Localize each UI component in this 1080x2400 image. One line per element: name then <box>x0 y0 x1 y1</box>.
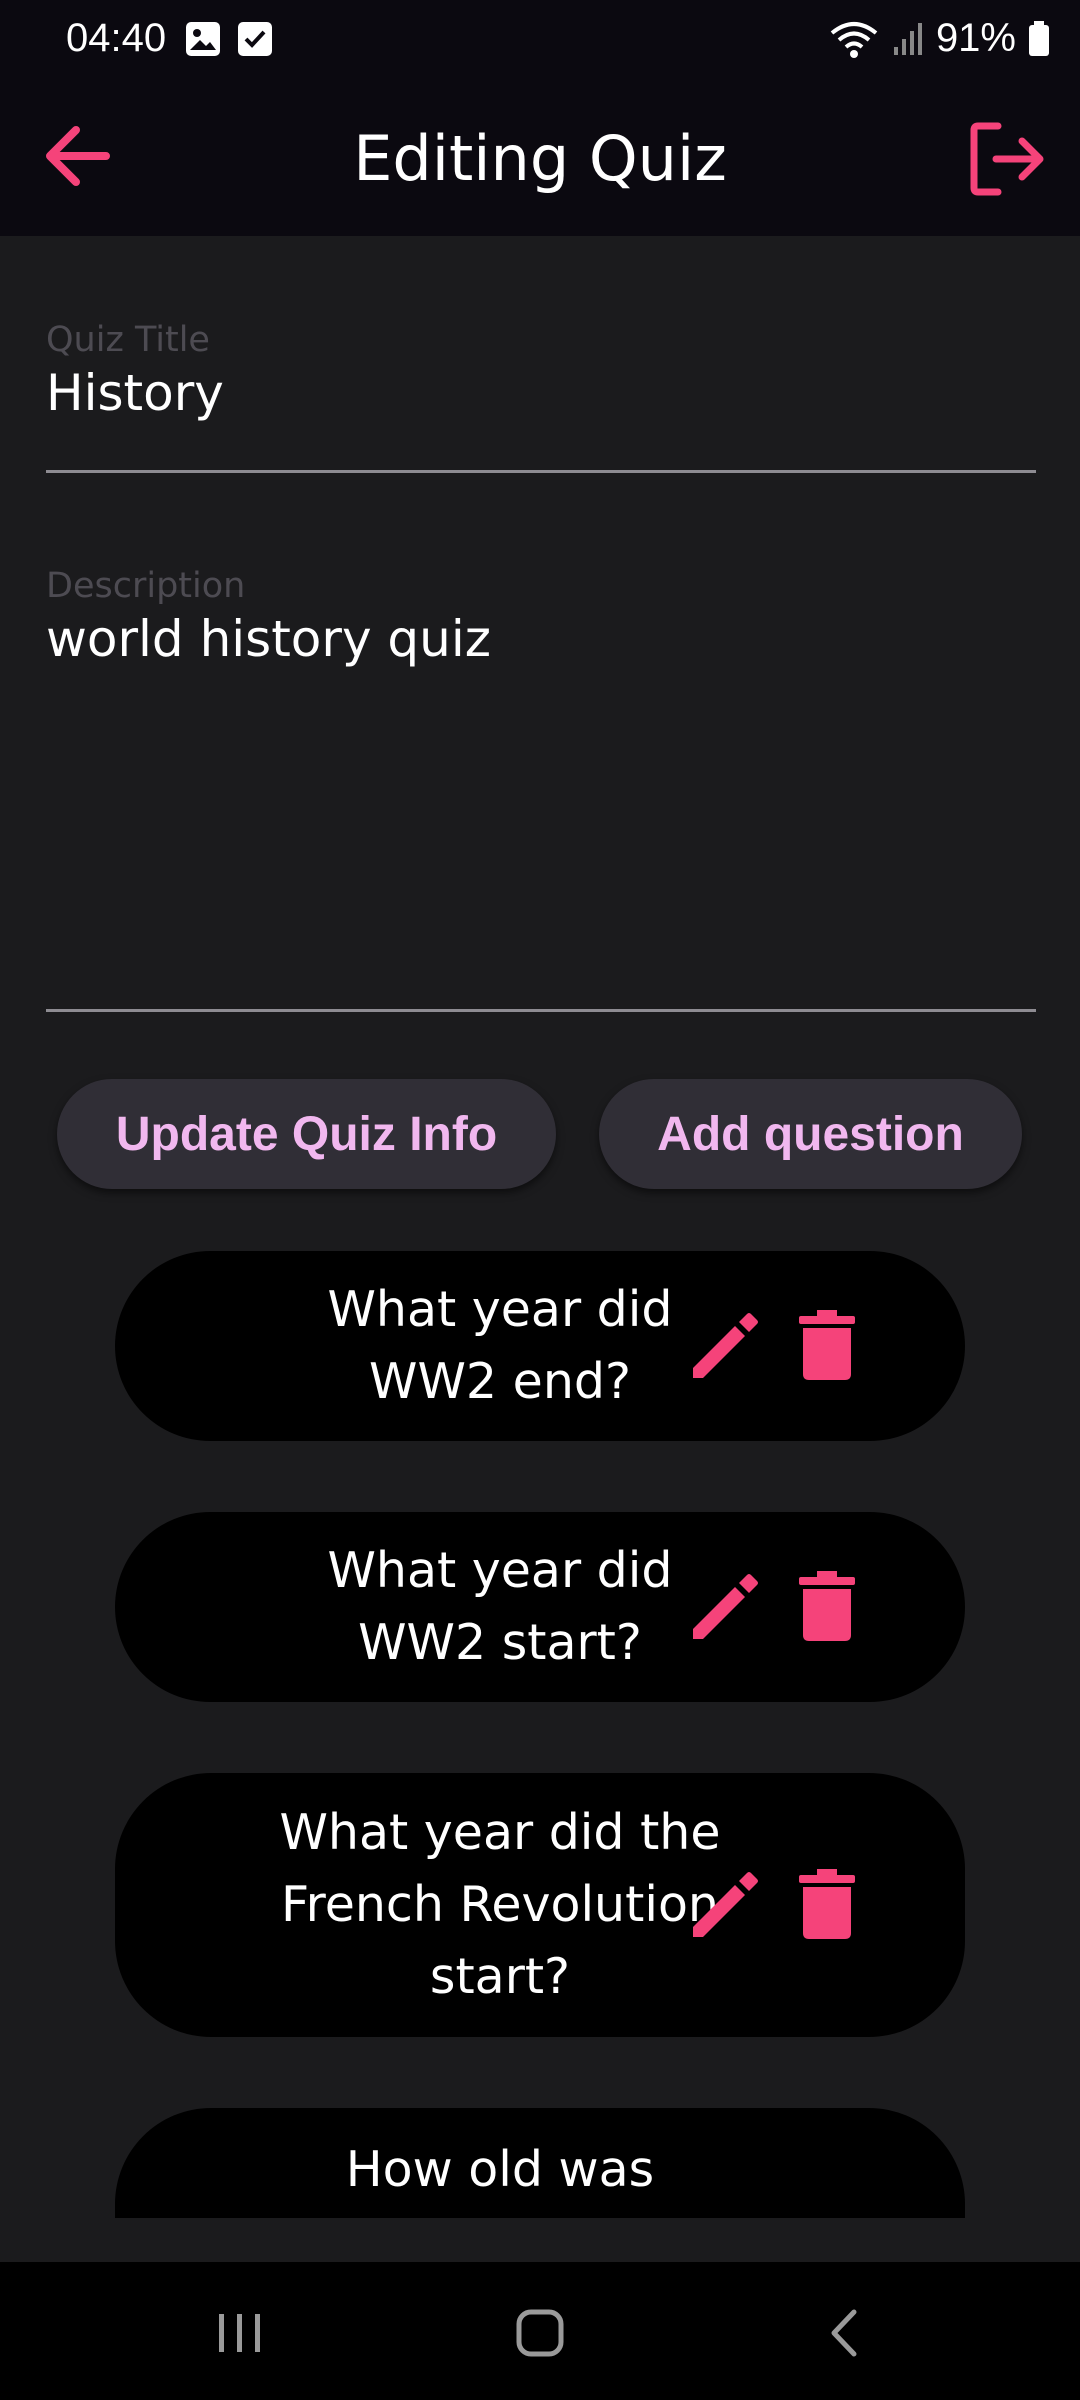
recent-apps-icon <box>219 2314 260 2352</box>
question-card-clip: How old was <box>115 2108 965 2218</box>
system-nav-bar <box>0 2262 1080 2400</box>
quiz-title-field[interactable]: Quiz Title History <box>46 320 1036 422</box>
back-icon <box>831 2309 857 2357</box>
question-card[interactable]: What year did the French Revolution star… <box>115 1773 965 2037</box>
pencil-icon <box>693 1574 758 1639</box>
status-bar: 04:40 91% <box>0 0 1080 78</box>
delete-question-button[interactable] <box>797 1869 857 1941</box>
quiz-title-label: Quiz Title <box>46 320 210 360</box>
question-text: What year did WW2 end? <box>327 1281 673 1410</box>
battery-icon <box>1029 20 1049 56</box>
description-input[interactable]: world history quiz <box>46 610 1036 668</box>
trash-icon <box>799 1869 855 1939</box>
description-underline <box>46 1009 1036 1012</box>
question-card[interactable]: What year did WW2 start? <box>115 1512 965 1702</box>
wifi-icon <box>830 21 878 58</box>
update-quiz-info-button[interactable]: Update Quiz Info <box>57 1079 556 1189</box>
signal-icon <box>893 22 922 55</box>
question-text: How old was <box>345 2141 655 2198</box>
pencil-icon <box>693 1872 758 1937</box>
status-system-icons: 91% <box>828 16 1050 61</box>
delete-question-button[interactable] <box>797 1310 857 1382</box>
logout-icon <box>970 122 1044 196</box>
quiz-title-input[interactable]: History <box>46 364 1036 422</box>
home-button[interactable] <box>505 2298 575 2368</box>
logout-button[interactable] <box>968 120 1046 198</box>
question-card[interactable]: How old was <box>115 2108 965 2218</box>
delete-question-button[interactable] <box>797 1571 857 1643</box>
status-time: 04:40 <box>66 16 167 60</box>
description-label: Description <box>46 566 246 606</box>
home-icon <box>516 2309 564 2357</box>
trash-icon <box>799 1571 855 1641</box>
description-field[interactable]: Description world history quiz <box>46 566 1036 668</box>
edit-question-button[interactable] <box>685 1306 765 1386</box>
battery-percent: 91% <box>935 16 1016 60</box>
pencil-icon <box>693 1313 758 1378</box>
edit-question-button[interactable] <box>685 1567 765 1647</box>
trash-icon <box>799 1310 855 1380</box>
recent-apps-button[interactable] <box>205 2298 275 2368</box>
app-bar: Editing Quiz <box>0 78 1080 236</box>
check-box-icon <box>238 22 272 56</box>
page-title: Editing Quiz <box>353 122 727 195</box>
status-notification-icons <box>186 22 272 56</box>
add-question-button[interactable]: Add question <box>599 1079 1022 1189</box>
quiz-title-underline <box>46 470 1036 473</box>
edit-question-button[interactable] <box>685 1865 765 1945</box>
question-card[interactable]: What year did WW2 end? <box>115 1251 965 1441</box>
nav-back-button[interactable] <box>810 2298 880 2368</box>
image-icon <box>186 22 220 56</box>
question-text: What year did WW2 start? <box>327 1542 673 1671</box>
question-text: What year did the French Revolution star… <box>279 1804 721 2005</box>
